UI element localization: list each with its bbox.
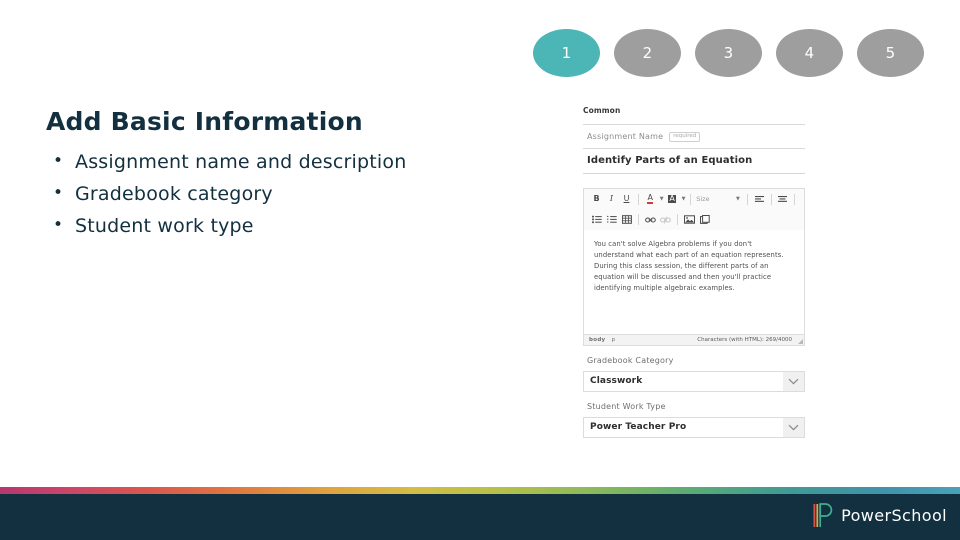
bulleted-list-icon[interactable] <box>590 213 603 227</box>
step-badge-1[interactable]: 1 <box>533 29 600 77</box>
powerschool-logo-icon <box>813 503 833 527</box>
powerschool-wordmark: PowerSchool <box>841 506 947 525</box>
editor-status-bar: body p Characters (with HTML): 269/4000 <box>584 333 804 345</box>
student-work-type-label: Student Work Type <box>587 401 666 411</box>
element-path-p: p <box>611 336 616 343</box>
template-icon[interactable] <box>698 213 711 227</box>
toolbar-divider <box>794 193 796 205</box>
italic-icon[interactable]: I <box>605 192 618 206</box>
chevron-down-icon <box>783 371 804 391</box>
step-indicator: 1 2 3 4 5 <box>533 29 924 77</box>
student-work-type-group: Student Work Type Power Teacher Pro <box>583 400 805 438</box>
step-badge-1-label: 1 <box>561 44 572 62</box>
link-icon[interactable] <box>644 213 657 227</box>
editor-toolbar-row-2 <box>584 210 804 230</box>
gradebook-category-value: Classwork <box>590 376 643 386</box>
step-badge-5-label: 5 <box>885 44 896 62</box>
rich-text-editor: B I U A ▼ A ▼ Size ▼ You can't solve Alg… <box>583 187 805 346</box>
align-left-icon[interactable] <box>753 192 766 206</box>
step-badge-3[interactable]: 3 <box>695 29 762 77</box>
chevron-down-icon[interactable]: ▼ <box>682 196 686 202</box>
page-title: Add Basic Information <box>46 107 363 136</box>
font-size-select-label: Size <box>696 195 710 203</box>
toolbar-divider <box>638 214 639 225</box>
underline-icon[interactable]: U <box>620 192 633 206</box>
list-item: Gradebook category <box>46 180 446 207</box>
toolbar-divider <box>746 193 748 205</box>
step-badge-4[interactable]: 4 <box>776 29 843 77</box>
assignment-name-label: Assignment Name <box>587 132 664 142</box>
gradient-stripe <box>0 487 960 494</box>
gradebook-category-label: Gradebook Category <box>587 355 674 365</box>
gradebook-category-group: Gradebook Category Classwork <box>583 354 805 392</box>
font-size-select[interactable]: Size ▼ <box>696 195 742 203</box>
bullet-list: Assignment name and description Gradeboo… <box>46 148 446 239</box>
step-badge-4-label: 4 <box>804 44 815 62</box>
editor-toolbar-row-1: B I U A ▼ A ▼ Size ▼ <box>584 189 804 210</box>
slide: 1 2 3 4 5 Add Basic Information Assignme… <box>0 0 960 540</box>
element-path-body: body <box>589 336 606 343</box>
powerschool-logo: PowerSchool <box>813 503 947 528</box>
assignment-name-input[interactable]: Identify Parts of an Equation <box>583 149 805 173</box>
chevron-down-icon[interactable]: ▼ <box>660 196 664 202</box>
align-center-icon[interactable] <box>776 192 789 206</box>
gradebook-category-select[interactable]: Classwork <box>583 370 805 392</box>
highlight-color-icon[interactable]: A <box>666 192 679 206</box>
resize-handle[interactable] <box>798 338 803 344</box>
section-header-common: Common <box>583 106 621 115</box>
numbered-list-icon[interactable] <box>605 213 618 227</box>
unlink-icon[interactable] <box>659 213 672 227</box>
toolbar-divider <box>690 193 692 205</box>
required-badge: required <box>669 132 701 142</box>
bold-icon[interactable]: B <box>590 192 603 206</box>
step-badge-5[interactable]: 5 <box>857 29 924 77</box>
editor-body-text: You can't solve Algebra problems if you … <box>594 239 784 292</box>
step-badge-3-label: 3 <box>723 44 734 62</box>
list-item: Student work type <box>46 212 446 239</box>
table-icon[interactable] <box>620 213 633 227</box>
content-column: Add Basic Information Assignment name an… <box>46 107 446 245</box>
step-badge-2[interactable]: 2 <box>614 29 681 77</box>
step-badge-2-label: 2 <box>642 44 653 62</box>
toolbar-divider <box>638 193 639 205</box>
editor-content-area[interactable]: You can't solve Algebra problems if you … <box>584 229 804 334</box>
app-screenshot: Common Assignment Name required Identify… <box>583 106 805 438</box>
footer-bar: PowerSchool <box>0 494 960 540</box>
character-counter: Characters (with HTML): 269/4000 <box>697 336 792 343</box>
toolbar-divider <box>770 193 772 205</box>
student-work-type-select[interactable]: Power Teacher Pro <box>583 416 805 438</box>
divider <box>583 172 805 174</box>
assignment-name-label-row: Assignment Name required <box>583 125 805 148</box>
image-icon[interactable] <box>683 213 696 227</box>
student-work-type-value: Power Teacher Pro <box>590 422 687 432</box>
toolbar-divider <box>677 214 678 225</box>
chevron-down-icon <box>783 417 804 437</box>
element-path[interactable]: body p <box>589 337 615 343</box>
list-item: Assignment name and description <box>46 148 446 175</box>
text-color-icon[interactable]: A <box>644 192 657 206</box>
chevron-down-icon: ▼ <box>735 196 740 202</box>
